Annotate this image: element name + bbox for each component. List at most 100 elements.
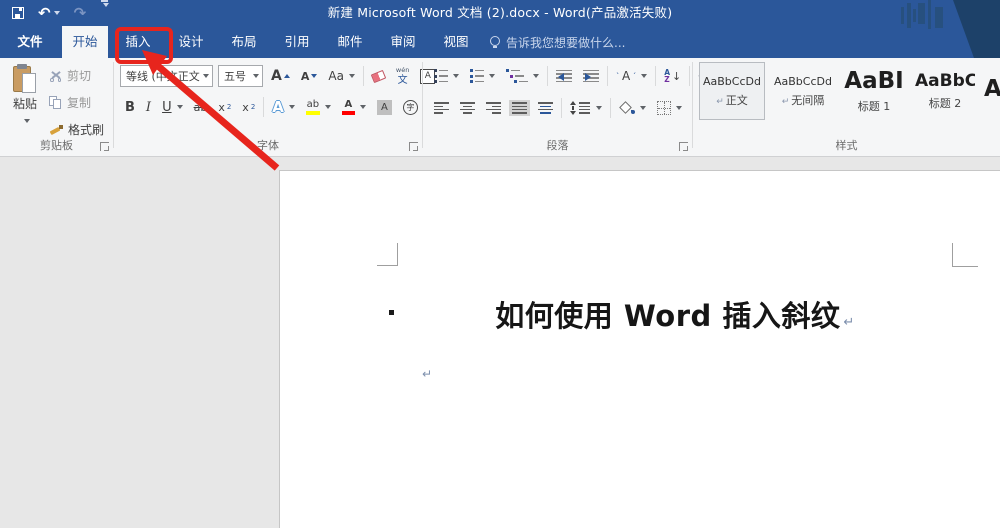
highlight-icon: ab	[306, 98, 320, 110]
document-heading[interactable]: 如何使用 Word 插入斜纹 ↵	[395, 293, 955, 335]
increase-indent-icon	[583, 69, 599, 83]
customize-qat-button[interactable]	[100, 0, 110, 26]
font-size-value: 五号	[224, 70, 246, 84]
align-left-button[interactable]	[431, 100, 452, 116]
separator	[610, 98, 611, 118]
style-partial[interactable]: A	[983, 62, 1000, 120]
text-effects-button[interactable]: A	[269, 96, 298, 118]
tab-mailings[interactable]: 邮件	[327, 26, 373, 58]
brush-icon	[49, 124, 63, 136]
title-bar: ↶ ↷ 新建 Microsoft Word 文档 (2).docx - Word…	[0, 0, 1000, 26]
superscript-button[interactable]: x2	[239, 99, 258, 116]
line-spacing-icon	[570, 101, 576, 115]
phonetic-icon: 文	[397, 74, 408, 86]
style-sample: AaBI	[844, 68, 904, 94]
word-window: ↶ ↷ 新建 Microsoft Word 文档 (2).docx - Word…	[0, 0, 1000, 528]
line-spacing-button[interactable]	[567, 99, 605, 117]
align-center-icon	[460, 102, 475, 114]
increase-indent-button[interactable]	[580, 68, 602, 85]
format-painter-label: 格式刷	[68, 123, 105, 137]
separator	[362, 66, 364, 87]
window-title: 新建 Microsoft Word 文档 (2).docx - Word(产品激…	[327, 5, 673, 20]
font-color-button[interactable]: A	[339, 98, 369, 117]
undo-button[interactable]: ↶	[38, 0, 60, 26]
phonetic-guide-button[interactable]: wén 文	[393, 65, 412, 88]
separator	[263, 97, 265, 117]
font-name-value: 等线 (中文正文)	[126, 70, 200, 84]
shading-button[interactable]	[616, 99, 649, 117]
tab-file[interactable]: 文件	[10, 26, 50, 58]
enclose-characters-icon: 字	[402, 99, 418, 115]
change-case-button[interactable]: Aa	[325, 67, 358, 85]
character-shading-button[interactable]: A	[374, 98, 395, 117]
borders-button[interactable]	[654, 99, 685, 117]
enclose-characters-button[interactable]: 字	[400, 98, 421, 117]
chevron-down-icon	[253, 74, 259, 79]
separator	[547, 66, 548, 86]
justify-button[interactable]	[509, 100, 530, 116]
separator	[561, 98, 562, 118]
paint-bucket-icon	[619, 101, 635, 115]
font-size-select[interactable]: 五号	[218, 65, 263, 88]
strikethrough-button[interactable]: ab	[191, 99, 211, 116]
tab-design[interactable]: 设计	[168, 26, 214, 58]
chevron-down-icon	[103, 2, 110, 7]
bold-button[interactable]: B	[122, 98, 138, 117]
save-button[interactable]	[12, 0, 24, 26]
font-dialog-launcher[interactable]	[409, 142, 418, 151]
quick-access-toolbar: ↶ ↷	[12, 0, 110, 26]
clear-formatting-button[interactable]	[369, 69, 388, 83]
highlight-color-button[interactable]: ab	[303, 98, 334, 117]
tab-layout[interactable]: 布局	[221, 26, 267, 58]
shrink-font-button[interactable]: A	[298, 68, 321, 85]
style-normal[interactable]: AaBbCcDd ↵ 正文	[699, 62, 765, 120]
style-no-spacing[interactable]: AaBbCcDd ↵ 无间隔	[770, 62, 836, 120]
clipboard-dialog-launcher[interactable]	[100, 142, 109, 151]
align-center-button[interactable]	[457, 100, 478, 116]
decrease-indent-button[interactable]	[553, 68, 575, 85]
annotation-highlight-box	[115, 27, 173, 64]
document-area[interactable]: 如何使用 Word 插入斜纹 ↵ ↵	[0, 158, 1000, 528]
paragraph-dialog-launcher[interactable]	[679, 142, 688, 151]
multilevel-list-button[interactable]	[503, 67, 542, 85]
eraser-icon	[370, 69, 387, 83]
distribute-icon	[538, 102, 553, 114]
sort-button[interactable]: AZ ↓	[661, 67, 684, 86]
tab-view[interactable]: 视图	[433, 26, 479, 58]
redo-button[interactable]: ↷	[74, 0, 87, 26]
grow-font-button[interactable]: A	[268, 66, 293, 86]
underline-icon: U	[162, 99, 172, 115]
ribbon: 粘贴 剪切 复制 格式刷 剪贴板 等线 (中文正文) 五号 A A Aa wén…	[0, 58, 1000, 157]
paste-button[interactable]: 粘贴	[6, 62, 44, 126]
copy-label: 复制	[67, 96, 92, 110]
align-right-button[interactable]	[483, 100, 504, 116]
font-name-select[interactable]: 等线 (中文正文)	[120, 65, 213, 88]
style-heading-2[interactable]: AaBbC 标题 2	[912, 62, 978, 120]
underline-button[interactable]: U	[159, 98, 186, 117]
font-group: 等线 (中文正文) 五号 A A Aa wén 文 A B I U ab x 2…	[114, 58, 436, 156]
separator	[607, 66, 608, 86]
copy-button[interactable]: 复制	[46, 92, 107, 113]
tab-review[interactable]: 审阅	[380, 26, 426, 58]
style-heading-1[interactable]: AaBI 标题 1	[841, 62, 907, 120]
margin-corner-mark-left	[377, 243, 398, 266]
tab-home[interactable]: 开始	[62, 26, 108, 58]
cut-button[interactable]: 剪切	[46, 65, 107, 86]
tab-references[interactable]: 引用	[274, 26, 320, 58]
undo-dropdown-icon[interactable]	[53, 11, 60, 15]
distribute-button[interactable]	[535, 100, 556, 116]
paragraph-group: ˋAˊ AZ ↓ ↵	[423, 58, 709, 156]
paste-dropdown-icon[interactable]	[23, 119, 30, 123]
numbered-list-button[interactable]	[467, 67, 498, 85]
style-sample: A	[984, 76, 1000, 102]
subscript-button[interactable]: x2	[215, 99, 234, 116]
italic-button[interactable]: I	[143, 98, 154, 117]
asian-layout-button[interactable]: ˋAˊ	[613, 67, 650, 85]
font-group-label: 字体	[257, 139, 279, 152]
tell-me-box[interactable]: 告诉我您想要做什么...	[490, 26, 625, 58]
styles-group-label: 样式	[835, 139, 858, 152]
styles-group: AaBbCcDd ↵ 正文 AaBbCcDd ↵ 无间隔 AaBI 标题 1 AaB…	[693, 58, 1000, 156]
multilevel-list-icon	[506, 69, 528, 83]
bullet-list-button[interactable]	[431, 67, 462, 85]
document-page[interactable]: 如何使用 Word 插入斜纹 ↵ ↵	[279, 170, 1000, 528]
